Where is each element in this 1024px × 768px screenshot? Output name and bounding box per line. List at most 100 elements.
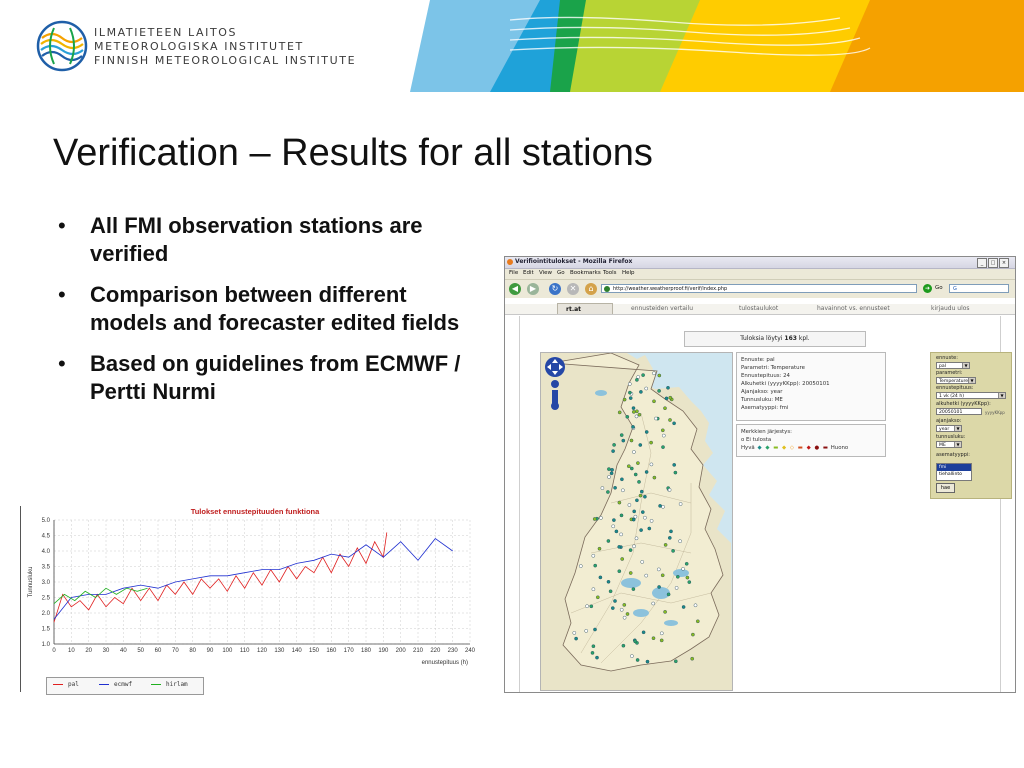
station-map[interactable] <box>540 352 733 691</box>
station-marker[interactable] <box>617 500 622 505</box>
station-marker[interactable] <box>617 569 622 573</box>
menu-view[interactable]: View <box>539 270 552 276</box>
station-marker[interactable] <box>695 619 700 624</box>
tab-logout[interactable]: kirjaudu ulos <box>931 305 970 312</box>
station-marker[interactable] <box>643 494 647 499</box>
station-marker[interactable] <box>638 493 643 498</box>
station-marker[interactable] <box>652 399 656 404</box>
station-marker[interactable] <box>585 604 589 608</box>
station-marker[interactable] <box>589 604 594 609</box>
station-marker[interactable] <box>673 470 678 475</box>
station-marker[interactable] <box>606 490 610 494</box>
menu-file[interactable]: File <box>509 270 518 276</box>
station-marker[interactable] <box>599 516 603 520</box>
station-marker[interactable] <box>628 571 633 575</box>
station-marker[interactable] <box>625 415 630 419</box>
station-marker[interactable] <box>606 579 611 584</box>
station-marker[interactable] <box>635 658 640 662</box>
station-marker[interactable] <box>622 397 627 402</box>
station-marker[interactable] <box>591 553 596 558</box>
station-marker[interactable] <box>591 644 596 649</box>
station-marker[interactable] <box>678 539 682 543</box>
station-marker[interactable] <box>639 390 643 394</box>
station-marker[interactable] <box>612 518 616 522</box>
station-marker[interactable] <box>597 546 602 551</box>
station-marker[interactable] <box>651 636 656 641</box>
station-marker[interactable] <box>593 627 597 632</box>
station-marker[interactable] <box>668 536 672 540</box>
station-marker[interactable] <box>663 406 667 411</box>
reload-icon[interactable]: ↻ <box>549 283 561 295</box>
station-marker[interactable] <box>574 636 578 641</box>
station-marker[interactable] <box>667 488 672 492</box>
station-marker[interactable] <box>668 395 673 400</box>
menu-help[interactable]: Help <box>622 270 635 276</box>
search-input[interactable]: G <box>949 284 1009 293</box>
station-marker[interactable] <box>687 580 692 584</box>
station-marker[interactable] <box>644 430 649 434</box>
station-marker[interactable] <box>598 575 603 580</box>
station-marker[interactable] <box>609 471 614 476</box>
station-marker[interactable] <box>663 610 667 614</box>
station-marker[interactable] <box>620 557 624 561</box>
station-marker[interactable] <box>633 514 638 519</box>
asematyyppi-option[interactable]: tiehallinto <box>937 471 971 478</box>
station-marker[interactable] <box>644 573 648 578</box>
station-marker[interactable] <box>661 445 665 449</box>
station-marker[interactable] <box>675 574 680 579</box>
station-marker[interactable] <box>619 513 624 518</box>
station-marker[interactable] <box>631 517 636 522</box>
station-marker[interactable] <box>619 433 624 437</box>
forward-icon[interactable]: ▶ <box>527 283 539 295</box>
zoom-out-icon[interactable] <box>551 402 559 410</box>
station-marker[interactable] <box>629 438 634 443</box>
station-marker[interactable] <box>636 461 640 465</box>
station-marker[interactable] <box>672 421 676 426</box>
ennustepituus-select[interactable]: 1 vk (24 h) ▼ <box>936 392 1006 399</box>
station-marker[interactable] <box>638 443 643 447</box>
station-marker[interactable] <box>622 615 627 620</box>
station-marker[interactable] <box>627 464 631 468</box>
station-marker[interactable] <box>595 655 599 660</box>
station-marker[interactable] <box>654 416 658 421</box>
station-marker[interactable] <box>622 603 627 607</box>
station-marker[interactable] <box>592 517 597 521</box>
station-marker[interactable] <box>645 659 650 664</box>
station-marker[interactable] <box>617 545 621 549</box>
station-marker[interactable] <box>649 440 653 445</box>
station-marker[interactable] <box>607 475 611 479</box>
station-marker[interactable] <box>635 378 639 382</box>
map-canvas[interactable] <box>541 353 732 690</box>
station-marker[interactable] <box>584 629 589 633</box>
menu-edit[interactable]: Edit <box>523 270 534 276</box>
tab-tables[interactable]: tulostaulukot <box>739 305 778 312</box>
station-marker[interactable] <box>632 509 636 514</box>
station-marker[interactable] <box>666 386 670 390</box>
station-marker[interactable] <box>663 543 668 547</box>
station-marker[interactable] <box>617 410 622 415</box>
station-marker[interactable] <box>691 632 695 637</box>
tab-results[interactable]: rt.at <box>557 303 613 314</box>
address-bar[interactable]: http://weather.weatherproof.fi/verif/ind… <box>601 284 917 293</box>
station-marker[interactable] <box>637 412 642 417</box>
station-marker[interactable] <box>647 526 652 531</box>
station-marker[interactable] <box>660 573 665 578</box>
station-marker[interactable] <box>657 585 661 589</box>
station-marker[interactable] <box>690 656 694 661</box>
tunnusluku-select[interactable]: ME ▼ <box>936 441 962 448</box>
station-marker[interactable] <box>634 536 639 541</box>
station-marker[interactable] <box>657 567 661 572</box>
station-marker[interactable] <box>590 651 595 655</box>
station-marker[interactable] <box>579 564 583 568</box>
station-marker[interactable] <box>620 477 624 482</box>
station-marker[interactable] <box>649 519 654 523</box>
station-marker[interactable] <box>641 630 646 635</box>
station-marker[interactable] <box>660 631 664 636</box>
station-marker[interactable] <box>632 450 636 454</box>
station-marker[interactable] <box>671 549 675 553</box>
asematyyppi-list[interactable]: fmi tiehallinto <box>936 463 972 481</box>
stop-icon[interactable]: ✕ <box>567 283 579 295</box>
menu-go[interactable]: Go <box>557 270 565 276</box>
station-marker[interactable] <box>652 371 656 376</box>
station-marker[interactable] <box>613 485 617 490</box>
